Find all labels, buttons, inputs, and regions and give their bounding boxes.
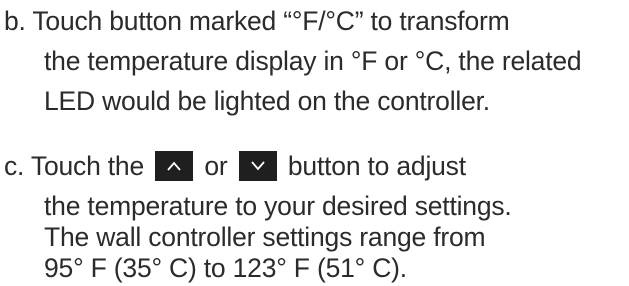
up-arrow-button-graphic (155, 151, 194, 181)
chevron-up-icon (167, 161, 181, 171)
step-c-line-4: 95° F (35° C) to 123° F (51° C). (44, 253, 407, 283)
down-arrow-button-graphic (238, 151, 277, 181)
step-b-line-2: the temperature display in °F or °C, the… (44, 46, 582, 76)
step-c-prefix: c. Touch the (4, 151, 145, 181)
step-c-line-1: c. Touch the or button to adjust (4, 150, 466, 182)
step-b-line-1: b. Touch button marked “°F/°C” to transf… (4, 6, 510, 36)
step-b-line-3: LED would be lighted on the controller. (44, 86, 490, 116)
step-c-line-2: the temperature to your desired settings… (44, 191, 512, 221)
step-c-suffix: button to adjust (287, 151, 466, 181)
chevron-down-icon (251, 161, 265, 171)
step-c-or: or (204, 151, 228, 181)
step-c-line-3: The wall controller settings range from (44, 222, 486, 252)
